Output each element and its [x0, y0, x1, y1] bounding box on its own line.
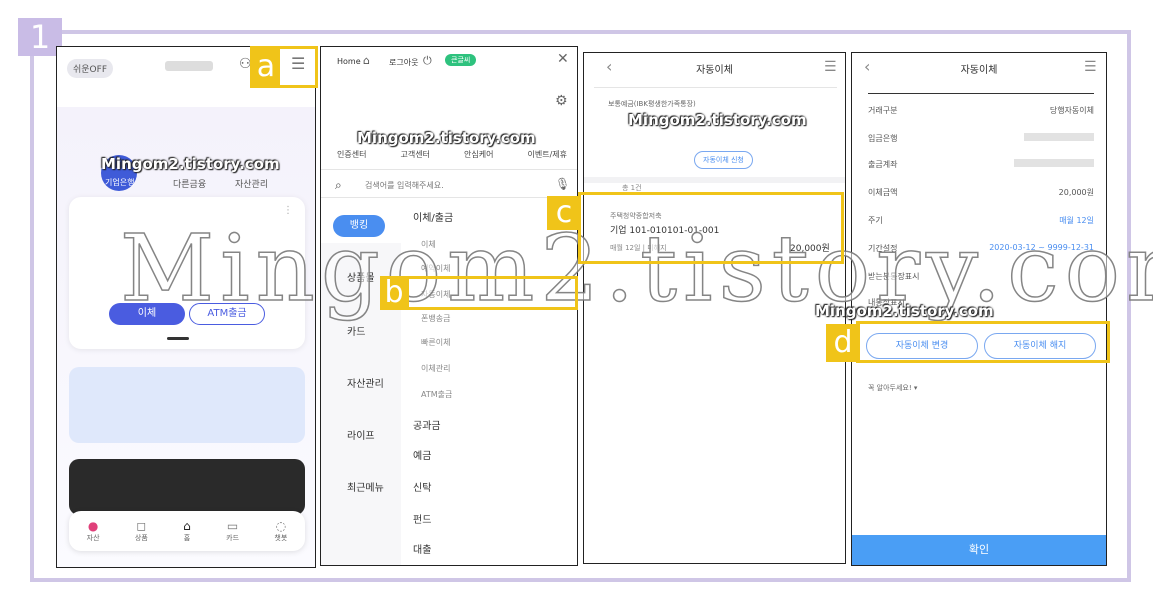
section-transfer[interactable]: 이체/출금 — [413, 209, 453, 224]
register-auto-transfer-button[interactable]: 자동이체 신청 — [694, 151, 753, 169]
page-title: 자동이체 — [696, 65, 733, 76]
product-icon: ◻ — [136, 519, 147, 533]
row-period: 기간설정 2020-03-12 ~ 9999-12-31 — [868, 243, 1094, 253]
sub-atm[interactable]: ATM출금 — [421, 389, 452, 400]
sub-transfer[interactable]: 이체 — [421, 239, 436, 250]
row-account: 출금계좌 — [868, 159, 1094, 170]
watermark-3: Mingom2.tistory.com — [628, 111, 807, 129]
nav-chatbot[interactable]: ◌ 챗봇 — [274, 519, 287, 543]
menu-card[interactable]: 카드 — [347, 323, 365, 338]
tag-b: b — [380, 276, 408, 310]
nav-home[interactable]: ⌂ 홈 — [183, 519, 191, 543]
tab-ibk[interactable]: 기업은행 — [105, 177, 134, 188]
menu-deposit[interactable]: 예금 — [413, 447, 431, 462]
gear-icon[interactable]: ⚙ — [555, 93, 568, 109]
row-receiver-memo: 받는분통장표시 — [868, 272, 920, 281]
logout-link[interactable]: 로그아웃 — [389, 57, 418, 68]
menu-icon[interactable]: ☰ — [1084, 59, 1097, 75]
menu-product-mall[interactable]: 상품몰 — [347, 269, 375, 284]
highlight-c — [578, 192, 844, 264]
menu-asset[interactable]: 자산관리 — [347, 375, 384, 390]
menu-utility[interactable]: 공과금 — [413, 417, 441, 432]
menu-banking[interactable]: 뱅킹 — [333, 215, 385, 237]
menu-life[interactable]: 라이프 — [347, 427, 375, 442]
search-input[interactable]: 검색어를 입력해주세요. — [365, 180, 444, 191]
tab-other-finance[interactable]: 다른금융 — [173, 177, 206, 190]
asset-icon: ● — [87, 519, 99, 533]
home-icon: ⌂ — [183, 519, 191, 533]
menu-trust[interactable]: 신탁 — [413, 479, 431, 494]
account-card — [69, 197, 305, 349]
nav-product[interactable]: ◻ 상품 — [135, 519, 148, 543]
nav-asset[interactable]: ● 자산 — [87, 519, 100, 543]
card-icon: ▭ — [226, 519, 239, 533]
sub-quick[interactable]: 빠른이체 — [421, 337, 450, 348]
atm-button[interactable]: ATM출금 — [189, 303, 265, 325]
power-icon[interactable]: ⏻ — [423, 54, 432, 68]
watermark-4: Mingom2.tistory.com — [815, 302, 994, 320]
close-icon[interactable]: ✕ — [557, 51, 569, 67]
blurred-value — [1024, 133, 1094, 141]
screen-auto-transfer-list: ‹ 자동이체 ☰ 보통예금(IBK평생한가족통장) 자동이체 신청 총 1건 주… — [583, 52, 846, 564]
tag-a: a — [252, 48, 280, 86]
menu-loan[interactable]: 대출 — [413, 541, 431, 556]
blurred-value — [1014, 159, 1094, 167]
banner-card[interactable] — [69, 367, 305, 443]
sub-manage[interactable]: 이체관리 — [421, 363, 450, 374]
sub-reserved[interactable]: 예약이체 — [421, 263, 450, 274]
watermark-2: Mingom2.tistory.com — [357, 129, 536, 147]
tab-asset[interactable]: 자산관리 — [235, 177, 268, 190]
row-amount: 이체금액 20,000원 — [868, 188, 1094, 197]
quick-link-event[interactable]: 이벤트/제휴 — [528, 149, 568, 160]
quick-link-support[interactable]: 고객센터 — [401, 149, 430, 160]
page-indicator — [167, 337, 189, 340]
chevron-down-icon: ▾ — [913, 384, 918, 392]
transfer-button[interactable]: 이체 — [109, 303, 185, 325]
search-icon: ⌕ — [335, 178, 342, 192]
confirm-button[interactable]: 확인 — [852, 535, 1106, 565]
row-bank: 입금은행 — [868, 133, 1094, 144]
watermark-1: Mingom2.tistory.com — [101, 155, 280, 173]
screen-home: 쉬운OFF ⚇ ☰ 기업은행 다른금융 자산관리 ⋮ 이체 ATM출금 ● 자산 … — [56, 46, 316, 568]
chat-icon: ◌ — [275, 519, 287, 533]
divider — [321, 197, 577, 198]
highlight-d — [856, 321, 1110, 363]
menu-fund[interactable]: 펀드 — [413, 511, 431, 526]
divider — [594, 87, 837, 88]
row-type: 거래구분 당행자동이체 — [868, 106, 1094, 115]
menu-recent[interactable]: 최근메뉴 — [347, 479, 384, 494]
mic-icon[interactable]: 🎙 — [555, 177, 570, 191]
divider — [321, 169, 577, 170]
home-link[interactable]: Home — [337, 57, 361, 66]
quick-links: 인증센터 고객센터 안심케어 이벤트/제휴 — [337, 149, 567, 160]
bottom-nav: ● 자산 ◻ 상품 ⌂ 홈 ▭ 카드 ◌ 챗봇 — [69, 511, 305, 551]
account-label: 보통예금(IBK평생한가족통장) — [608, 100, 696, 108]
menu-icon[interactable]: ☰ — [824, 59, 837, 75]
large-font-badge[interactable]: 큰글씨 — [445, 54, 477, 66]
quick-link-auth[interactable]: 인증센터 — [337, 149, 366, 160]
page-title: 자동이체 — [960, 65, 998, 76]
blurred-username — [165, 61, 213, 71]
row-cycle: 주기 매월 12일 — [868, 216, 1094, 225]
easy-mode-toggle[interactable]: 쉬운OFF — [67, 59, 113, 78]
notice-toggle[interactable]: 꼭 알아두세요! ▾ — [868, 383, 917, 393]
divider — [868, 93, 1094, 94]
tag-c: c — [547, 196, 581, 230]
tag-d: d — [826, 324, 860, 362]
home-icon[interactable]: ⌂ — [363, 54, 370, 67]
dark-banner[interactable] — [69, 459, 305, 515]
quick-link-safe[interactable]: 안심케어 — [464, 149, 493, 160]
sub-phone[interactable]: 폰뱅송금 — [421, 313, 450, 324]
more-icon[interactable]: ⋮ — [283, 205, 293, 216]
nav-card[interactable]: ▭ 카드 — [226, 519, 239, 543]
highlight-b — [406, 276, 578, 310]
